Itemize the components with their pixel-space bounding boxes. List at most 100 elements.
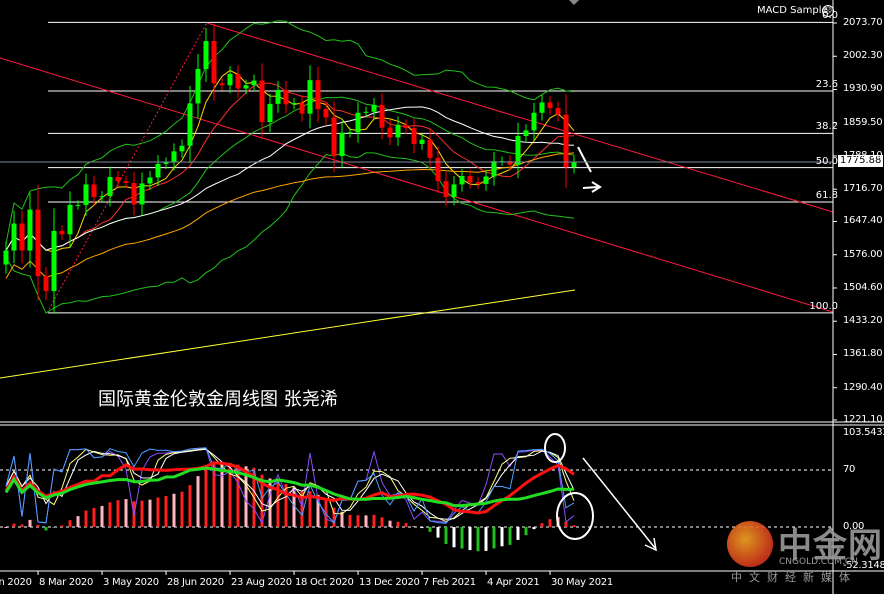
macd-histogram-bar	[548, 519, 552, 527]
candle-bear	[331, 117, 337, 157]
price-axis-label: 1221.10	[843, 413, 883, 425]
candle-bull	[99, 196, 105, 198]
candle-bull	[515, 136, 521, 165]
watermark-url: CNGOLD.COM.CN	[779, 557, 858, 567]
bollinger-middle	[5, 96, 575, 251]
macd-histogram-bar	[564, 521, 568, 527]
candle-bear	[427, 139, 433, 158]
down-arrow-icon	[582, 457, 657, 552]
candle-bear	[443, 181, 449, 197]
candle-bear	[19, 223, 25, 251]
candle-bull	[339, 132, 345, 157]
candle-bull	[395, 124, 401, 138]
macd-histogram-bar	[356, 515, 360, 527]
macd-histogram-bar	[124, 499, 128, 527]
macd-histogram-bar	[452, 527, 456, 548]
macd-histogram-bar	[348, 514, 352, 527]
macd-histogram-bar	[532, 527, 536, 530]
candle-bull	[275, 89, 281, 104]
candle-bull	[371, 104, 377, 112]
macd-histogram-bar	[444, 527, 448, 545]
macd-histogram-bar	[108, 502, 112, 527]
fib-level-label: 38.2	[815, 121, 838, 133]
candle-bull	[251, 80, 257, 86]
price-axis-label: 1361.80	[843, 348, 883, 360]
date-axis-label: 18 Oct 2020	[295, 577, 354, 588]
candle-bear	[467, 176, 473, 183]
macd-histogram-bar	[44, 527, 48, 531]
candle-bear	[403, 124, 409, 129]
macd-histogram-bar	[116, 500, 120, 527]
candle-bear	[123, 181, 129, 184]
trendline-lower	[0, 57, 834, 313]
candle-bull	[27, 209, 33, 251]
candle-bear	[315, 80, 321, 109]
candle-bear	[323, 108, 329, 118]
indicator-axis-label: 103.5433	[843, 427, 884, 438]
macd-histogram-bar	[172, 493, 176, 527]
macd-histogram-bar	[420, 527, 424, 529]
price-axis-label: 1716.70	[843, 183, 883, 195]
candle-bear	[379, 104, 385, 128]
price-axis-label: 1647.40	[843, 215, 883, 227]
candle-bear	[259, 80, 265, 123]
indicator-panel	[0, 433, 833, 552]
rsi-line	[5, 447, 575, 524]
candle-bear	[211, 41, 217, 84]
bollinger-lower	[5, 152, 575, 314]
macd-histogram-bar	[92, 507, 96, 527]
bollinger-upper	[5, 20, 575, 244]
candle-bear	[219, 83, 225, 86]
candle-bear	[91, 184, 97, 197]
price-axis-label: 1433.20	[843, 315, 883, 327]
macd-histogram-bar	[372, 514, 376, 527]
price-axis-label: 2073.70	[843, 17, 883, 28]
fib-level-label: 50.0	[815, 155, 838, 167]
candle-bear	[115, 176, 121, 182]
macd-histogram-bar	[428, 527, 432, 532]
macd-histogram-bar	[4, 527, 8, 528]
macd-histogram-bar	[140, 500, 144, 527]
macd-histogram-bar	[164, 495, 168, 527]
fib-level-label: 100.0	[809, 300, 838, 312]
macd-histogram-bar	[380, 517, 384, 527]
date-axis-label: 30 May 2021	[551, 577, 613, 588]
macd-histogram-bar	[388, 520, 392, 527]
cngold-logo-icon	[727, 521, 773, 567]
candle-bear	[131, 183, 137, 205]
chart-canvas[interactable]	[0, 0, 884, 594]
candles	[3, 23, 577, 314]
candle-bull	[347, 132, 353, 134]
down-arrow-icon	[577, 146, 592, 173]
candle-bull	[419, 139, 425, 144]
macd-histogram-bar	[204, 466, 208, 527]
date-axis-label: 7 Feb 2021	[423, 577, 476, 588]
fib-level-label: 23.6	[815, 78, 838, 90]
indicator-axis-label: 70	[843, 464, 856, 476]
candle-bull	[179, 145, 185, 152]
date-axis-label: 23 Aug 2020	[231, 577, 292, 588]
ma-200	[0, 289, 576, 379]
moving-averages	[0, 20, 602, 379]
date-axis-label: 4 Apr 2021	[487, 577, 540, 588]
macd-histogram-bar	[492, 527, 496, 549]
candle-bear	[283, 89, 289, 105]
fib-level-label: 61.8	[815, 189, 838, 201]
price-axis-label: 1788.10	[843, 149, 883, 161]
candle-bull	[491, 161, 497, 177]
macd-histogram-bar	[484, 527, 488, 551]
price-axis-label: 2002.30	[843, 50, 883, 62]
candle-bull	[307, 80, 313, 114]
macd-histogram-bar	[396, 521, 400, 527]
macd-histogram-bar	[60, 525, 64, 527]
expert-name: MACD Sample	[757, 5, 828, 16]
candle-bear	[299, 102, 305, 114]
candle-bear	[35, 209, 41, 277]
candle-bull	[355, 112, 361, 133]
macd-histogram-bar	[36, 524, 40, 527]
macd-histogram-bar	[500, 527, 504, 547]
macd-histogram-bar	[540, 523, 544, 527]
macd-histogram-bar	[524, 527, 528, 536]
candle-bull	[51, 230, 57, 292]
candle-bull	[523, 130, 529, 137]
